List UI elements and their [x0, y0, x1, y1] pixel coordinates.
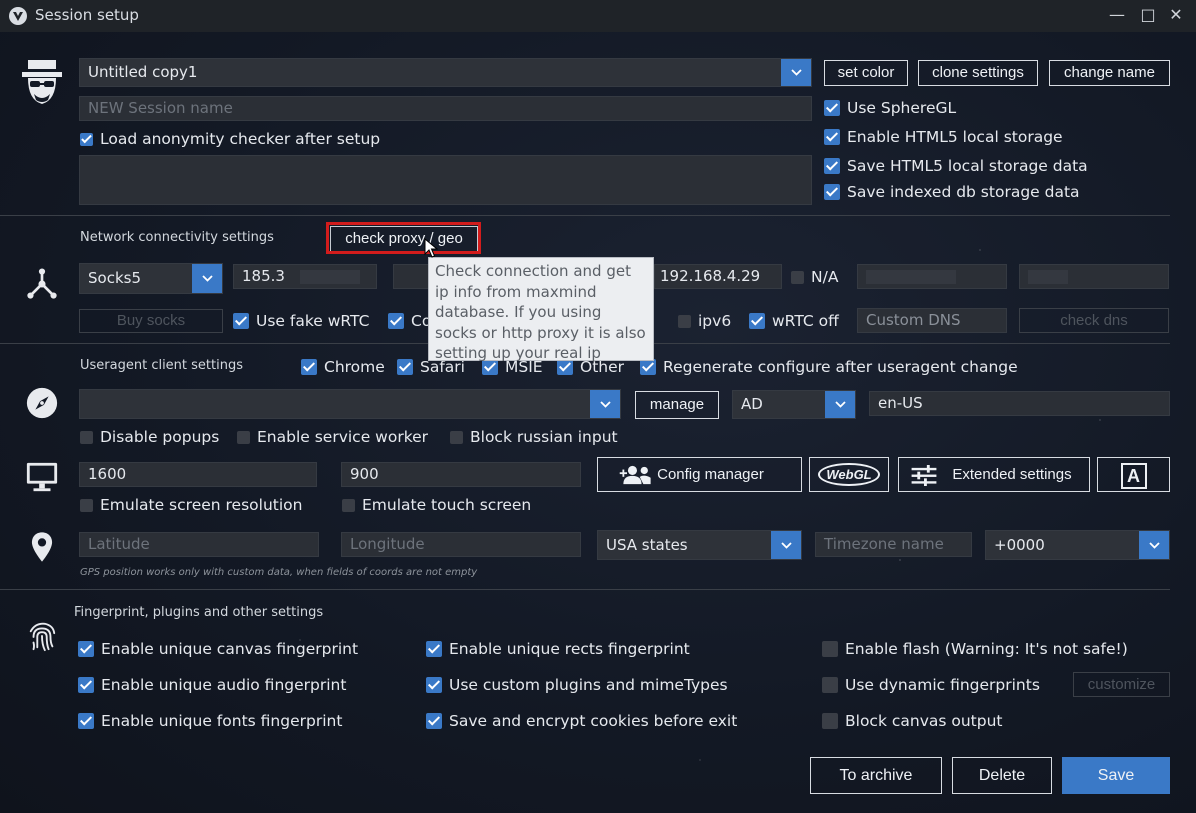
unique-rects-checkbox[interactable]: Enable unique rects fingerprint — [426, 640, 690, 658]
chevron-down-icon[interactable] — [1139, 531, 1169, 559]
save-html5-storage-checkbox[interactable]: Save HTML5 local storage data — [824, 157, 1088, 175]
minimize-button[interactable]: — — [1105, 4, 1129, 26]
blurred-text — [299, 269, 360, 284]
manage-button[interactable]: manage — [635, 391, 719, 419]
country-select[interactable]: AD — [732, 390, 856, 419]
useragent-section-label: Useragent client settings — [80, 358, 243, 373]
language-input[interactable]: en-US — [869, 391, 1170, 416]
close-button[interactable]: ✕ — [1164, 4, 1188, 26]
users-icon — [619, 465, 651, 485]
blurred-text — [1028, 269, 1068, 284]
chevron-down-icon[interactable] — [781, 59, 811, 86]
webgl-logo: WebGL — [818, 463, 880, 486]
session-name-input[interactable]: NEW Session name — [79, 96, 812, 121]
latitude-input[interactable]: Latitude — [79, 532, 319, 557]
useragent-select[interactable] — [79, 389, 621, 419]
buy-socks-button[interactable]: Buy socks — [79, 309, 223, 333]
chevron-down-icon[interactable] — [192, 264, 222, 293]
enable-html5-storage-checkbox[interactable]: Enable HTML5 local storage — [824, 128, 1063, 146]
session-setup-window: Session setup — □ ✕ Untitled copy1 set c… — [0, 0, 1196, 813]
blurred-text — [866, 269, 956, 284]
service-worker-checkbox[interactable]: Enable service worker — [237, 428, 428, 446]
session-notes-textarea[interactable] — [79, 155, 812, 205]
timezone-offset-select[interactable]: +0000 — [985, 530, 1170, 560]
extended-settings-button[interactable]: Extended settings — [898, 457, 1090, 492]
webrtc-off-checkbox[interactable]: wRTC off — [749, 312, 839, 330]
regenerate-config-checkbox[interactable]: Regenerate configure after useragent cha… — [640, 358, 1018, 376]
chevron-down-icon[interactable] — [771, 531, 801, 559]
block-russian-checkbox[interactable]: Block russian input — [450, 428, 618, 446]
enable-flash-checkbox[interactable]: Enable flash (Warning: It's not safe!) — [822, 640, 1128, 658]
save-button[interactable]: Save — [1062, 757, 1170, 794]
use-spheregl-checkbox[interactable]: Use SphereGL — [824, 99, 956, 117]
ipv6-checkbox[interactable]: ipv6 — [678, 312, 731, 330]
network-icon — [20, 262, 64, 306]
check-proxy-tooltip: Check connection and get ip info from ma… — [428, 257, 654, 362]
config-manager-button[interactable]: Config manager — [597, 457, 802, 492]
location-pin-icon — [20, 525, 64, 569]
to-archive-button[interactable]: To archive — [810, 757, 942, 794]
timezone-name-input[interactable]: Timezone name — [815, 532, 972, 557]
window-title: Session setup — [35, 6, 139, 24]
custom-plugins-checkbox[interactable]: Use custom plugins and mimeTypes — [426, 676, 728, 694]
states-select[interactable]: USA states — [597, 530, 802, 560]
encrypt-cookies-checkbox[interactable]: Save and encrypt cookies before exit — [426, 712, 737, 730]
proxy-port-input[interactable] — [393, 264, 431, 289]
divider — [0, 215, 1170, 216]
co-checkbox[interactable]: Co — [388, 312, 431, 330]
font-icon: A — [1120, 463, 1147, 489]
unique-fonts-checkbox[interactable]: Enable unique fonts fingerprint — [78, 712, 342, 730]
maximize-button[interactable]: □ — [1136, 4, 1160, 26]
highlight-box — [326, 222, 481, 254]
app-logo-icon — [9, 7, 27, 25]
block-canvas-checkbox[interactable]: Block canvas output — [822, 712, 1003, 730]
load-anon-checker-checkbox[interactable]: Load anonymity checker after setup — [80, 130, 380, 148]
set-color-button[interactable]: set color — [824, 60, 908, 86]
proxy-host-input[interactable]: 185.3 — [233, 264, 377, 289]
webgl-button[interactable]: WebGL — [809, 457, 889, 492]
chevron-down-icon[interactable] — [825, 391, 855, 418]
fake-webrtc-checkbox[interactable]: Use fake wRTC — [233, 312, 369, 330]
na-checkbox[interactable]: N/A — [791, 268, 838, 286]
fingerprint-icon — [20, 614, 64, 658]
compass-icon — [20, 381, 64, 425]
check-dns-button[interactable]: check dns — [1019, 308, 1169, 333]
emulate-touch-checkbox[interactable]: Emulate touch screen — [342, 496, 531, 514]
fingerprint-section-label: Fingerprint, plugins and other settings — [74, 605, 324, 620]
gps-note: GPS position works only with custom data… — [80, 567, 478, 578]
customize-button[interactable]: customize — [1073, 672, 1170, 697]
clone-settings-button[interactable]: clone settings — [918, 60, 1038, 86]
screen-height-input[interactable]: 900 — [341, 462, 581, 487]
unique-audio-checkbox[interactable]: Enable unique audio fingerprint — [78, 676, 346, 694]
change-name-button[interactable]: change name — [1049, 60, 1170, 86]
delete-button[interactable]: Delete — [952, 757, 1052, 794]
agent-avatar-icon — [20, 56, 64, 112]
chevron-down-icon[interactable] — [590, 390, 620, 418]
fonts-button[interactable]: A — [1097, 457, 1170, 492]
title-bar: Session setup — □ ✕ — [0, 0, 1196, 32]
custom-dns-input[interactable]: Custom DNS — [857, 308, 1007, 333]
checkbox-checked — [80, 132, 93, 146]
divider — [0, 589, 1170, 590]
disable-popups-checkbox[interactable]: Disable popups — [80, 428, 219, 446]
monitor-icon — [20, 455, 64, 499]
sliders-icon — [911, 465, 937, 486]
local-ip-field[interactable]: 192.168.4.29 — [654, 264, 782, 289]
proxy-password-input[interactable] — [1019, 264, 1169, 289]
dynamic-fingerprints-checkbox[interactable]: Use dynamic fingerprints — [822, 676, 1040, 694]
session-select[interactable]: Untitled copy1 — [79, 58, 812, 87]
longitude-input[interactable]: Longitude — [341, 532, 581, 557]
chrome-checkbox[interactable]: Chrome — [301, 358, 385, 376]
session-select-value: Untitled copy1 — [88, 63, 198, 81]
emulate-resolution-checkbox[interactable]: Emulate screen resolution — [80, 496, 302, 514]
unique-canvas-checkbox[interactable]: Enable unique canvas fingerprint — [78, 640, 358, 658]
proxy-login-input[interactable] — [857, 264, 1007, 289]
screen-width-input[interactable]: 1600 — [79, 462, 317, 487]
save-indexed-db-checkbox[interactable]: Save indexed db storage data — [824, 183, 1080, 201]
mouse-cursor-icon — [424, 238, 438, 258]
network-section-label: Network connectivity settings — [80, 230, 274, 245]
proxy-type-select[interactable]: Socks5 — [79, 263, 223, 294]
